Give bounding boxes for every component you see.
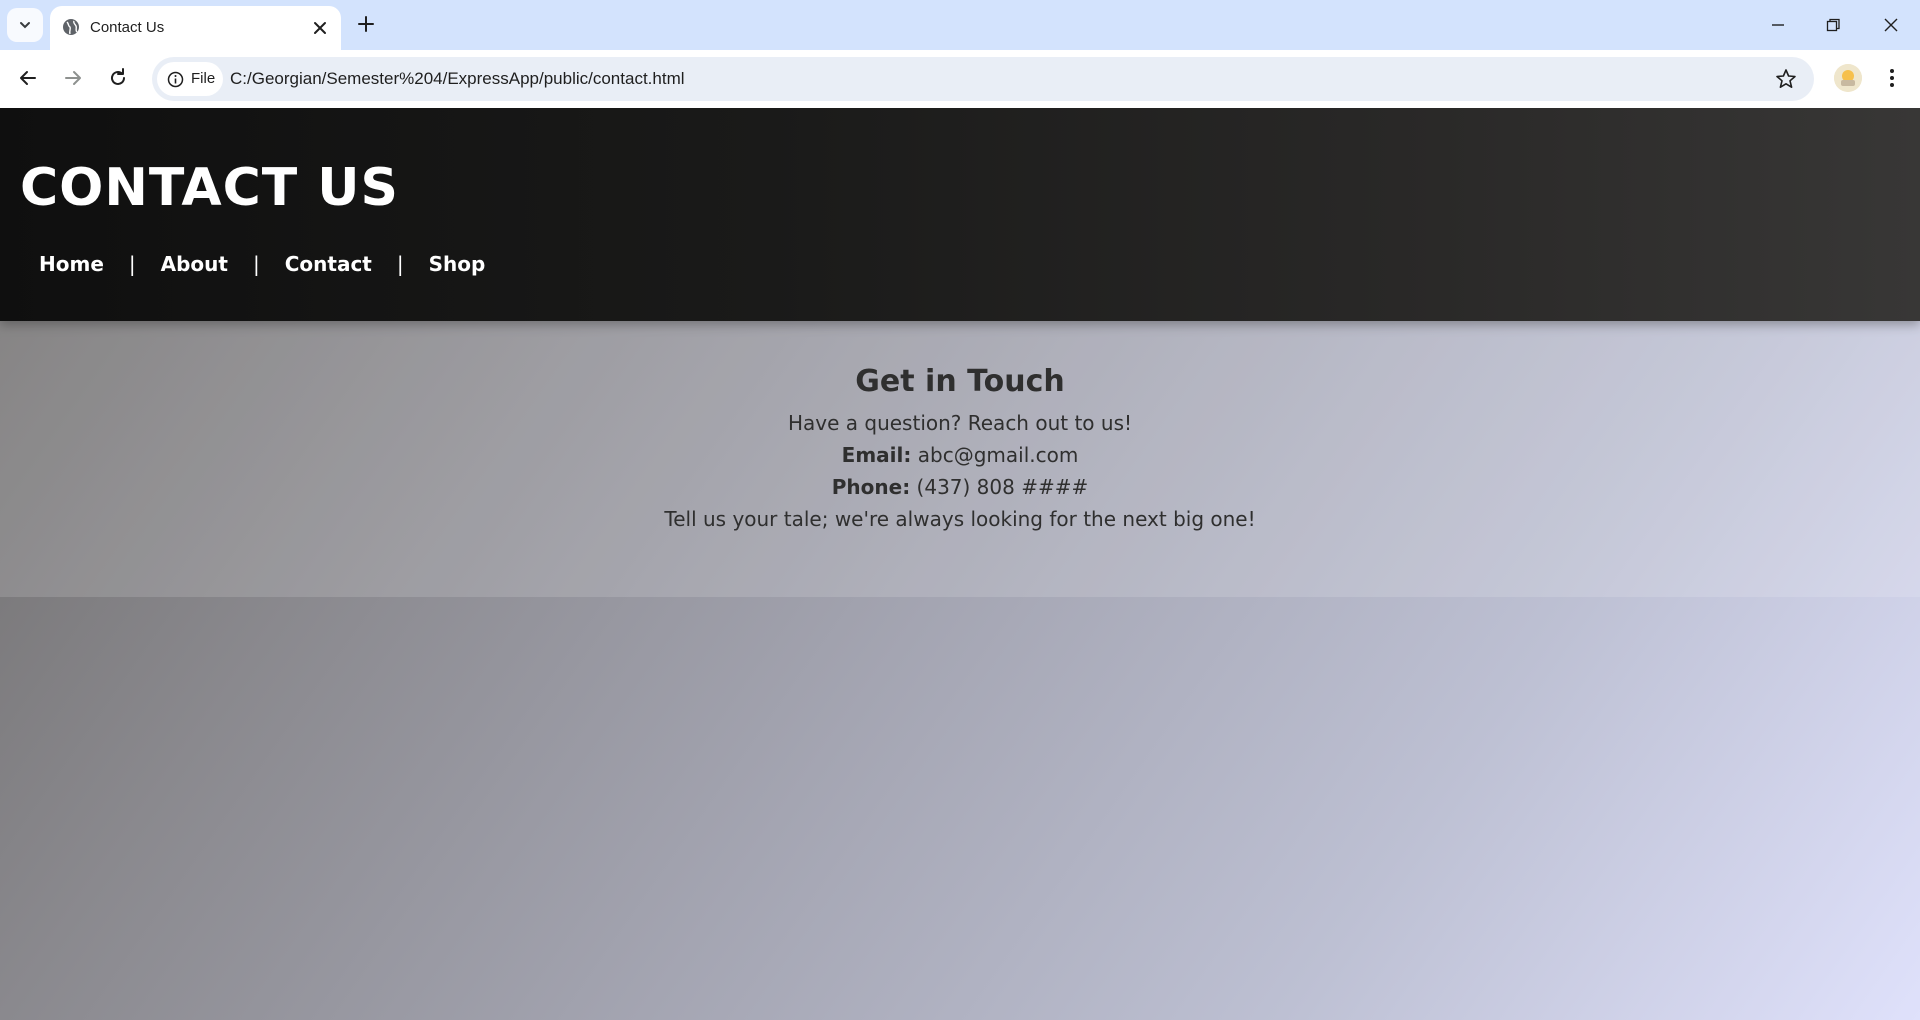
nav-link-home[interactable]: Home	[39, 252, 104, 276]
back-icon[interactable]	[15, 65, 41, 91]
minimize-icon[interactable]	[1765, 12, 1791, 38]
nav-link-contact[interactable]: Contact	[285, 252, 372, 276]
contact-intro: Have a question? Reach out to us!	[787, 411, 1133, 435]
contact-email-line: Email: abc@gmail.com	[0, 439, 1920, 471]
contact-tagline: Tell us your tale; we're always looking …	[664, 507, 1256, 531]
site-info-chip[interactable]: File	[157, 62, 223, 96]
reload-icon[interactable]	[105, 65, 131, 91]
info-icon	[167, 71, 184, 88]
star-icon[interactable]	[1774, 67, 1798, 91]
browser-toolbar: File C:/Georgian/Semester%204/ExpressApp…	[0, 50, 1920, 108]
page-viewport: CONTACT US Home | About | Contact | Shop…	[0, 108, 1920, 1020]
new-tab-plus-icon[interactable]	[355, 13, 377, 35]
nav-separator: |	[252, 252, 260, 276]
tab-strip: Contact Us	[0, 0, 1920, 50]
more-vert-icon[interactable]	[1880, 66, 1904, 90]
url-text[interactable]: C:/Georgian/Semester%204/ExpressApp/publ…	[230, 69, 685, 89]
close-tab-icon[interactable]	[310, 18, 330, 38]
active-tab[interactable]: Contact Us	[50, 6, 341, 50]
tab-search-button[interactable]	[7, 8, 43, 42]
contact-phone-line: Phone: (437) 808 ####	[0, 471, 1920, 503]
address-bar[interactable]: File C:/Georgian/Semester%204/ExpressApp…	[152, 57, 1814, 101]
phone-value: (437) 808 ####	[916, 475, 1089, 499]
window-close-icon[interactable]	[1878, 12, 1904, 38]
email-value: abc@gmail.com	[917, 443, 1079, 467]
chevron-down-icon	[20, 22, 30, 29]
contact-heading: Get in Touch	[855, 364, 1065, 399]
contact-section: Get in Touch Have a question? Reach out …	[0, 321, 1920, 597]
tab-title: Contact Us	[90, 19, 165, 36]
site-header: CONTACT US Home | About | Contact | Shop	[0, 108, 1920, 321]
globe-icon	[63, 19, 79, 35]
nav-link-about[interactable]: About	[161, 252, 228, 276]
nav-separator: |	[128, 252, 136, 276]
phone-label: Phone:	[831, 475, 911, 499]
chip-label: File	[191, 70, 216, 87]
profile-avatar[interactable]	[1834, 64, 1862, 92]
nav-link-shop[interactable]: Shop	[429, 252, 486, 276]
forward-icon[interactable]	[60, 65, 86, 91]
avatar-icon	[1834, 64, 1862, 92]
restore-icon[interactable]	[1820, 12, 1846, 38]
main-nav: Home | About | Contact | Shop	[39, 252, 485, 276]
email-label: Email:	[841, 443, 912, 467]
nav-separator: |	[396, 252, 404, 276]
contact-content: Get in Touch Have a question? Reach out …	[0, 363, 1920, 535]
page-title: CONTACT US	[20, 158, 399, 218]
